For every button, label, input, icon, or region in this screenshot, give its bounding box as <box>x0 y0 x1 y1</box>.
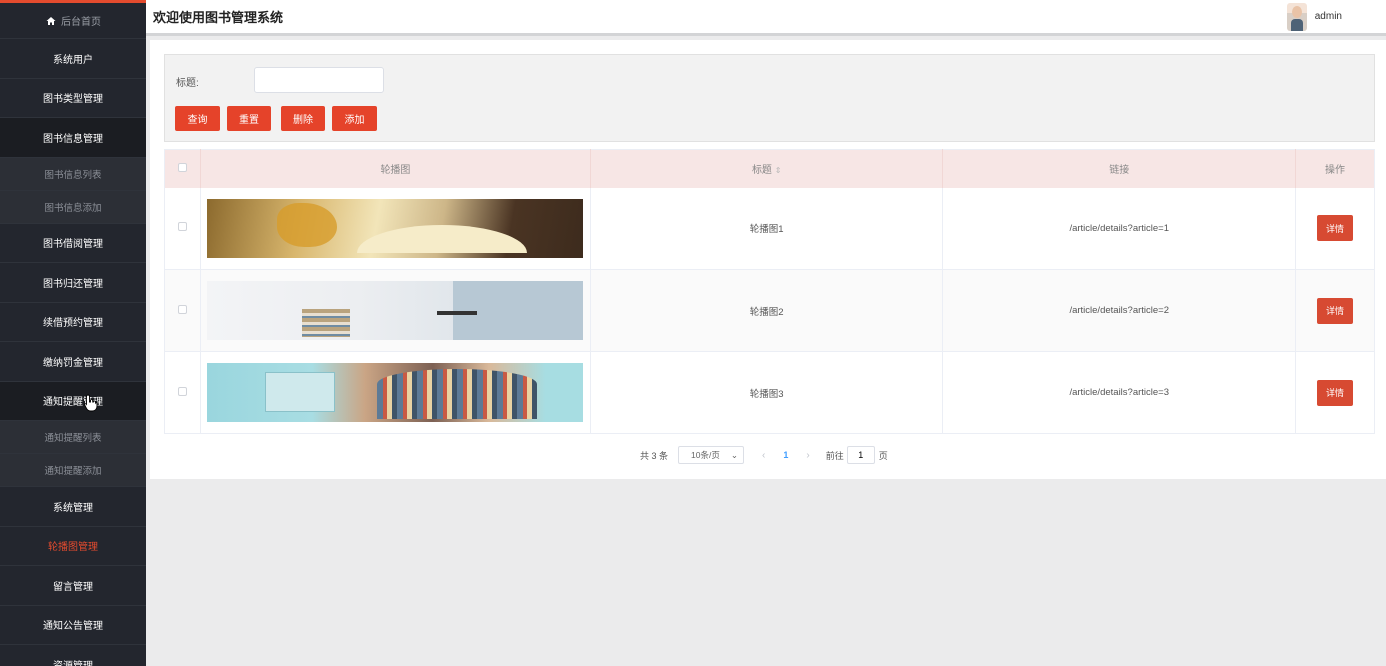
row-select-cell <box>164 187 201 270</box>
table-row: 轮播图1 /article/details?article=1 详情 <box>164 187 1375 270</box>
carousel-image-2 <box>207 281 584 340</box>
row-title: 轮播图1 <box>590 187 944 270</box>
sort-icon[interactable]: ⇕ <box>775 166 782 175</box>
reset-button[interactable]: 重置 <box>227 106 271 131</box>
row-image-cell <box>200 269 591 352</box>
row-link: /article/details?article=1 <box>942 187 1297 270</box>
page-size-value: 10条/页 <box>691 450 720 460</box>
row-checkbox[interactable] <box>177 222 187 232</box>
home-icon <box>45 15 57 27</box>
top-header: 欢迎使用图书管理系统 admin <box>146 0 1386 36</box>
goto-label: 前往 <box>825 450 844 461</box>
select-all-cell <box>164 149 201 188</box>
main-panel: 标题: 查询 重置 删除 添加 轮播图 标题 ⇕ 链接 操作 轮播图1 /art… <box>150 40 1386 479</box>
avatar[interactable] <box>1286 2 1307 31</box>
query-button[interactable]: 查询 <box>175 106 220 131</box>
sidebar-subitem-book-add[interactable]: 图书信息添加 <box>0 190 146 224</box>
pagination: 共 3 条 10条/页 ⌄ ‹ 1 › 前往 页 <box>640 445 888 465</box>
row-checkbox[interactable] <box>177 386 187 396</box>
sidebar-item-return[interactable]: 图书归还管理 <box>0 263 146 303</box>
row-checkbox[interactable] <box>177 304 187 314</box>
add-button[interactable]: 添加 <box>332 106 377 131</box>
title-search-input[interactable] <box>254 67 384 93</box>
column-header-link: 链接 <box>942 149 1297 188</box>
next-page-button[interactable]: › <box>806 450 809 461</box>
column-header-action: 操作 <box>1295 149 1375 188</box>
row-link: /article/details?article=2 <box>942 269 1297 352</box>
row-action-cell: 详情 <box>1295 269 1375 352</box>
table-header-row: 轮播图 标题 ⇕ 链接 操作 <box>164 149 1375 188</box>
detail-button[interactable]: 详情 <box>1317 379 1354 406</box>
prev-page-button[interactable]: ‹ <box>762 450 765 461</box>
row-action-cell: 详情 <box>1295 351 1375 434</box>
sidebar-item-book-types[interactable]: 图书类型管理 <box>0 79 146 118</box>
detail-button[interactable]: 详情 <box>1317 297 1354 324</box>
sidebar-item-messages[interactable]: 留言管理 <box>0 566 146 606</box>
sidebar-item-borrow[interactable]: 图书借阅管理 <box>0 224 146 263</box>
hand-cursor-icon <box>84 394 98 412</box>
sidebar-item-announcements[interactable]: 通知公告管理 <box>0 606 146 645</box>
sidebar-item-book-info[interactable]: 图书信息管理 <box>0 118 146 158</box>
sidebar-item-resources[interactable]: 资源管理 <box>0 645 146 666</box>
sidebar-subitem-book-list[interactable]: 图书信息列表 <box>0 157 146 191</box>
sidebar-item-carousel[interactable]: 轮播图管理 <box>0 527 146 566</box>
page-size-select[interactable]: 10条/页 ⌄ <box>678 446 745 464</box>
delete-button[interactable]: 删除 <box>281 106 325 131</box>
title-field-label: 标题: <box>176 78 199 89</box>
chevron-down-icon: ⌄ <box>730 449 739 460</box>
sidebar-item-home[interactable]: 后台首页 <box>0 3 146 39</box>
select-all-checkbox[interactable] <box>177 162 187 172</box>
sidebar-item-system[interactable]: 系统管理 <box>0 487 146 527</box>
username[interactable]: admin <box>1315 11 1342 22</box>
user-menu[interactable]: admin <box>1286 2 1342 31</box>
sidebar-item-label: 后台首页 <box>61 17 101 28</box>
sidebar-item-renew[interactable]: 续借预约管理 <box>0 303 146 342</box>
app-title: 欢迎使用图书管理系统 <box>153 10 284 25</box>
row-image-cell <box>200 351 591 434</box>
sidebar-subitem-notification-add[interactable]: 通知提醒添加 <box>0 454 146 487</box>
page-number-current[interactable]: 1 <box>783 450 788 460</box>
carousel-image-3 <box>207 363 584 422</box>
carousel-image-1 <box>207 198 584 258</box>
row-image-cell <box>200 187 591 270</box>
sidebar-item-system-users[interactable]: 系统用户 <box>0 39 146 79</box>
column-header-title[interactable]: 标题 ⇕ <box>590 149 944 188</box>
table-row: 轮播图3 /article/details?article=3 详情 <box>164 351 1375 434</box>
row-select-cell <box>164 351 201 434</box>
detail-button[interactable]: 详情 <box>1317 215 1354 242</box>
sidebar: 后台首页 系统用户 图书类型管理 图书信息管理 图书信息列表 图书信息添加 图书… <box>0 0 146 666</box>
row-action-cell: 详情 <box>1295 187 1375 270</box>
row-select-cell <box>164 269 201 352</box>
column-header-image: 轮播图 <box>200 149 591 188</box>
table-row: 轮播图2 /article/details?article=2 详情 <box>164 269 1375 352</box>
carousel-table: 轮播图 标题 ⇕ 链接 操作 轮播图1 /article/details?art… <box>164 149 1375 434</box>
search-form: 标题: 查询 重置 删除 添加 <box>164 54 1375 142</box>
row-title: 轮播图3 <box>590 351 944 434</box>
row-title: 轮播图2 <box>590 269 944 352</box>
row-link: /article/details?article=3 <box>942 351 1297 434</box>
pagination-total: 共 3 条 <box>640 450 669 461</box>
sidebar-item-fines[interactable]: 缴纳罚金管理 <box>0 342 146 382</box>
sidebar-subitem-notification-list[interactable]: 通知提醒列表 <box>0 421 146 454</box>
page-suffix-label: 页 <box>878 450 888 461</box>
sidebar-item-notifications[interactable]: 通知提醒管理 <box>0 381 146 421</box>
column-header-title-label: 标题 <box>751 165 772 177</box>
page-jump-input[interactable] <box>846 446 875 464</box>
